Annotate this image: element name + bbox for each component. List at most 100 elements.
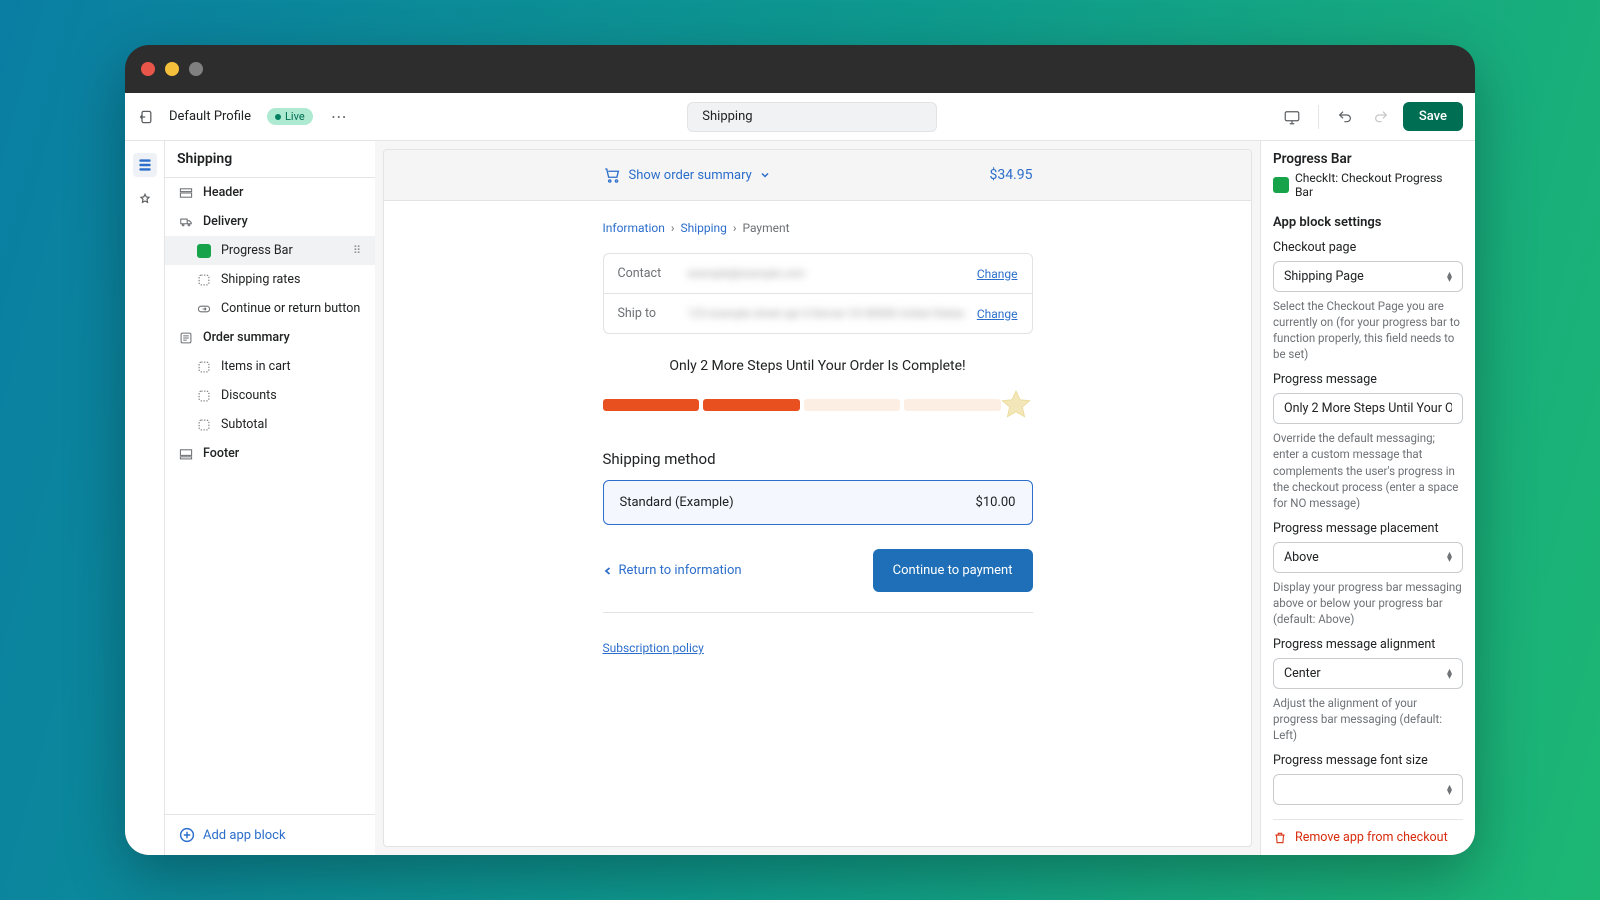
show-summary-toggle[interactable]: Show order summary — [603, 166, 770, 184]
checkout-page-help: Select the Checkout Page you are current… — [1273, 298, 1463, 362]
section-items-in-cart[interactable]: Items in cart — [165, 352, 375, 381]
section-footer[interactable]: Footer — [165, 439, 375, 468]
checkout-preview: Show order summary $34.95 Information › … — [383, 149, 1252, 847]
divider — [1318, 105, 1319, 129]
pmsg-help: Override the default messaging; enter a … — [1273, 430, 1463, 510]
chevron-down-icon — [760, 170, 770, 180]
progress-message: Only 2 More Steps Until Your Order Is Co… — [603, 358, 1033, 374]
section-list: Header Delivery Progress Bar⠿ Shipping r… — [165, 177, 375, 815]
placement-label: Progress message placement — [1273, 521, 1463, 536]
plus-circle-icon — [179, 827, 195, 843]
crumb-information[interactable]: Information — [603, 221, 665, 235]
maximize-window[interactable] — [189, 62, 203, 76]
section-continue-return[interactable]: Continue or return button — [165, 294, 375, 323]
app-shell: Default Profile Live ⋯ Shipping Save — [125, 93, 1475, 855]
align-label: Progress message alignment — [1273, 637, 1463, 652]
preview-pane: Show order summary $34.95 Information › … — [375, 141, 1260, 855]
shipto-label: Ship to — [618, 306, 676, 321]
checkout-page-select[interactable]: Shipping Page▴▾ — [1273, 261, 1463, 292]
shipto-change[interactable]: Change — [977, 307, 1018, 321]
more-menu[interactable]: ⋯ — [331, 107, 347, 126]
progress-seg-4 — [904, 399, 1001, 411]
shipping-method-heading: Shipping method — [603, 450, 1033, 468]
preview-icon[interactable] — [1278, 103, 1306, 131]
summary-icon — [179, 331, 193, 345]
section-header[interactable]: Header — [165, 178, 375, 207]
exit-icon[interactable] — [137, 108, 155, 126]
pmsg-input[interactable]: Only 2 More Steps Until Your Order Is — [1273, 393, 1463, 424]
header-icon — [179, 186, 193, 200]
align-select[interactable]: Center▴▾ — [1273, 658, 1463, 689]
rail — [125, 141, 165, 855]
section-shipping-rates[interactable]: Shipping rates — [165, 265, 375, 294]
contact-label: Contact — [618, 266, 676, 281]
progress-seg-2 — [703, 399, 800, 411]
order-summary-bar: Show order summary $34.95 — [384, 150, 1251, 201]
minimize-window[interactable] — [165, 62, 179, 76]
fontsize-select[interactable]: ▴▾ — [1273, 774, 1463, 805]
checkout-page-label: Checkout page — [1273, 240, 1463, 255]
select-chevron-icon: ▴▾ — [1447, 785, 1452, 795]
generic-icon — [197, 360, 211, 374]
shipping-option[interactable]: Standard (Example) $10.00 — [603, 480, 1033, 525]
window-controls — [125, 45, 1475, 93]
breadcrumb: Information › Shipping › Payment — [603, 221, 1033, 235]
rail-sections-icon[interactable] — [133, 153, 157, 177]
fontsize-label: Progress message font size — [1273, 753, 1463, 768]
section-discounts[interactable]: Discounts — [165, 381, 375, 410]
app-icon — [197, 244, 211, 258]
topbar: Default Profile Live ⋯ Shipping Save — [125, 93, 1475, 141]
shipto-row: Ship to 123 example street apt 4 Denver … — [604, 293, 1032, 333]
shipping-option-name: Standard (Example) — [620, 495, 734, 510]
delivery-icon — [179, 215, 193, 229]
progress-seg-1 — [603, 399, 700, 411]
chevron-right-icon: › — [671, 221, 675, 235]
nav-row: Return to information Continue to paymen… — [603, 549, 1033, 592]
progress-seg-3 — [804, 399, 901, 411]
subscription-policy-link[interactable]: Subscription policy — [603, 641, 704, 655]
return-link[interactable]: Return to information — [603, 563, 742, 578]
trash-icon — [1273, 831, 1287, 845]
generic-icon — [197, 389, 211, 403]
browser-frame: Default Profile Live ⋯ Shipping Save — [125, 45, 1475, 855]
live-badge: Live — [267, 108, 313, 125]
contact-value: example@example.com — [688, 267, 965, 280]
undo-icon[interactable] — [1331, 103, 1359, 131]
rail-settings-icon[interactable] — [133, 189, 157, 213]
pmsg-label: Progress message — [1273, 372, 1463, 387]
chevron-right-icon: › — [733, 221, 737, 235]
contact-row: Contact example@example.com Change — [604, 254, 1032, 293]
section-subtotal[interactable]: Subtotal — [165, 410, 375, 439]
shipping-option-price: $10.00 — [976, 495, 1016, 510]
continue-icon — [197, 302, 211, 316]
main-area: Shipping Header Delivery Progress Bar⠿ S… — [125, 141, 1475, 855]
rp-section-title: App block settings — [1273, 215, 1463, 230]
shipto-value: 123 example street apt 4 Denver CO 80000… — [688, 307, 965, 320]
order-total: $34.95 — [989, 167, 1032, 183]
rates-icon — [197, 273, 211, 287]
select-chevron-icon: ▴▾ — [1447, 552, 1452, 562]
contact-change[interactable]: Change — [977, 267, 1018, 281]
chevron-left-icon — [603, 566, 613, 576]
section-progress-bar[interactable]: Progress Bar⠿ — [165, 236, 375, 265]
page-select[interactable]: Shipping — [687, 102, 937, 132]
add-app-block[interactable]: Add app block — [165, 815, 375, 855]
section-order-summary[interactable]: Order summary — [165, 323, 375, 352]
drag-handle-icon[interactable]: ⠿ — [353, 244, 361, 257]
save-button[interactable]: Save — [1403, 102, 1463, 131]
policy-links: Subscription policy — [603, 637, 1033, 656]
cart-icon — [603, 166, 621, 184]
continue-button[interactable]: Continue to payment — [873, 549, 1033, 592]
close-window[interactable] — [141, 62, 155, 76]
select-chevron-icon: ▴▾ — [1447, 669, 1452, 679]
select-chevron-icon: ▴▾ — [1447, 272, 1452, 282]
redo-icon[interactable] — [1367, 103, 1395, 131]
generic-icon — [197, 418, 211, 432]
placement-select[interactable]: Above▴▾ — [1273, 542, 1463, 573]
star-icon — [999, 388, 1033, 422]
footer-icon — [179, 447, 193, 461]
left-panel: Shipping Header Delivery Progress Bar⠿ S… — [165, 141, 375, 855]
placement-help: Display your progress bar messaging abov… — [1273, 579, 1463, 627]
remove-app-button[interactable]: Remove app from checkout — [1273, 819, 1463, 845]
section-delivery[interactable]: Delivery — [165, 207, 375, 236]
